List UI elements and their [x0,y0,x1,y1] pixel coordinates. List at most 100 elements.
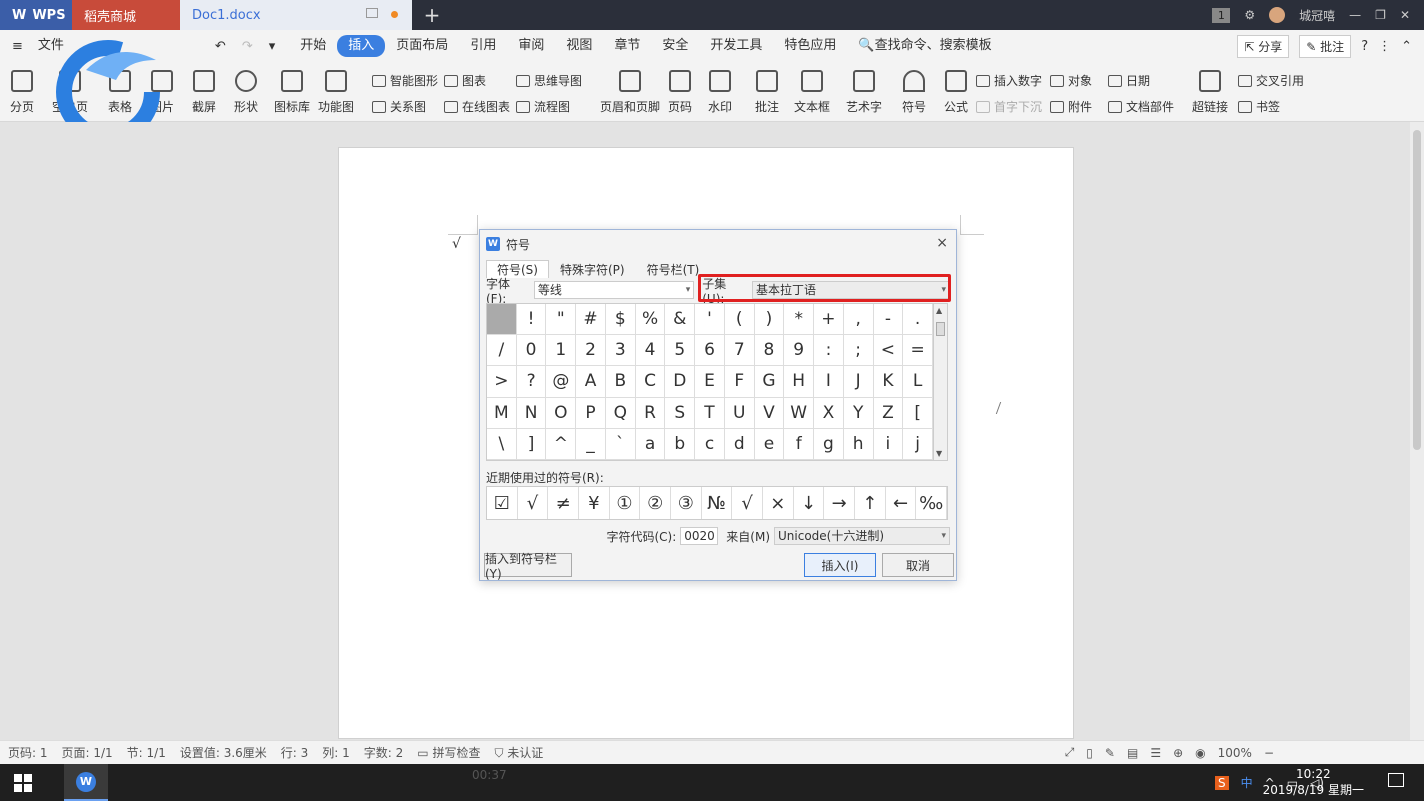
symbol-cell[interactable]: K [873,366,904,398]
symbol-cell[interactable]: % [635,304,666,336]
symbol-cell[interactable]: 5 [665,335,696,367]
notification-icon[interactable] [1388,773,1404,787]
quick-access-more-icon[interactable]: ▾ [269,39,276,54]
eye-protect-icon[interactable]: ◉ [1195,746,1205,760]
page-view-icon[interactable]: ▤ [1127,746,1138,760]
menu-references[interactable]: 引用 [459,35,507,57]
icon-library-button[interactable]: 图标库 [274,70,310,115]
header-footer-button[interactable]: 页眉和页脚 [600,70,660,115]
symbol-cell[interactable]: B [605,366,636,398]
minimize-icon[interactable]: — [1349,8,1361,22]
textbox-button[interactable]: 文本框 [794,70,830,115]
status-page[interactable]: 页面: 1/1 [62,744,113,761]
symbol-cell[interactable]: < [873,335,904,367]
symbol-cell[interactable]: Z [873,397,904,429]
recent-symbol-cell[interactable]: ☑ [487,487,518,519]
function-chart-button[interactable]: 功能图 [318,70,354,115]
menu-page-layout[interactable]: 页面布局 [385,35,459,57]
symbol-cell[interactable]: a [635,428,666,460]
recent-symbol-cell[interactable]: № [702,487,733,519]
recent-symbol-cell[interactable]: ← [886,487,917,519]
symbol-cell[interactable]: \ [487,428,517,460]
recent-symbol-cell[interactable]: ‰ [916,487,947,519]
symbol-cell[interactable]: - [873,304,904,336]
symbol-cell[interactable]: 2 [576,335,606,367]
symbol-cell[interactable]: _ [576,428,606,460]
hamburger-icon[interactable]: ≡ [12,39,23,54]
symbol-cell[interactable]: T [695,397,725,429]
maximize-icon[interactable]: ❐ [1375,8,1386,22]
symbol-cell[interactable]: g [814,428,844,460]
menu-view[interactable]: 视图 [555,35,603,57]
symbol-cell[interactable]: b [665,428,696,460]
symbol-cell[interactable]: 6 [695,335,725,367]
taskbar-wps-app[interactable]: W [64,764,108,801]
cross-reference-button[interactable]: 交叉引用 [1238,72,1304,89]
symbol-cell[interactable]: X [814,397,844,429]
online-chart-button[interactable]: 在线图表 [444,98,510,115]
symbol-cell[interactable]: 3 [605,335,636,367]
recent-symbol-cell[interactable]: ① [610,487,641,519]
recent-symbol-cell[interactable]: ↑ [855,487,886,519]
menu-chapter[interactable]: 章节 [603,35,651,57]
menu-review[interactable]: 审阅 [507,35,555,57]
recent-symbol-cell[interactable]: → [824,487,855,519]
symbol-cell[interactable]: O [546,397,577,429]
recent-symbol-cell[interactable]: × [763,487,794,519]
date-button[interactable]: 日期 [1108,72,1150,89]
attachment-button[interactable]: 附件 [1050,98,1092,115]
symbol-button[interactable]: 符号 [902,70,926,115]
symbol-cell[interactable]: G [754,366,785,398]
annotation-button[interactable]: 批注 [755,70,779,115]
symbol-cell[interactable]: U [724,397,755,429]
recent-symbol-cell[interactable]: ↓ [794,487,825,519]
symbol-cell[interactable]: 9 [784,335,815,367]
tab-special-chars[interactable]: 特殊字符(P) [549,260,636,278]
symbol-cell[interactable]: ! [516,304,547,336]
recent-symbol-cell[interactable]: ≠ [548,487,579,519]
auth-status[interactable]: ⛉ 未认证 [494,744,543,761]
smart-graphic-button[interactable]: 智能图形 [372,72,438,89]
screenshot-button[interactable]: 截屏 [192,70,216,115]
pen-icon[interactable]: ✎ [1105,746,1115,760]
status-section[interactable]: 节: 1/1 [127,744,166,761]
command-search[interactable]: 🔍查找命令、搜索模板 [847,35,1002,57]
collapse-ribbon-icon[interactable]: ⌃ [1401,39,1412,54]
recent-symbol-cell[interactable]: √ [732,487,763,519]
symbol-cell[interactable]: / [487,335,517,367]
symbol-cell[interactable]: E [695,366,725,398]
mind-map-button[interactable]: 思维导图 [516,72,582,89]
status-setting[interactable]: 设置值: 3.6厘米 [180,744,267,761]
zoom-level[interactable]: 100% [1218,746,1252,760]
symbol-cell[interactable]: j [903,428,933,460]
insert-number-button[interactable]: 插入数字 [976,72,1042,89]
symbol-cell[interactable]: 7 [724,335,755,367]
insert-to-symbol-bar-button[interactable]: 插入到符号栏(Y) [484,552,572,581]
symbol-cell[interactable]: ] [516,428,547,460]
symbol-cell[interactable]: M [487,397,517,429]
symbol-cell[interactable]: 1 [546,335,577,367]
cancel-button[interactable]: 取消 [882,553,954,577]
symbol-cell[interactable]: @ [546,366,577,398]
symbol-cell[interactable]: f [784,428,815,460]
char-code-input[interactable]: 0020 [680,527,719,545]
undo-icon[interactable]: ↶ [215,39,226,54]
scroll-down-icon[interactable]: ▼ [936,449,942,458]
sogou-ime-icon[interactable]: S [1215,775,1229,790]
symbol-cell[interactable]: e [754,428,785,460]
hyperlink-button[interactable]: 超链接 [1192,70,1228,115]
more-icon[interactable]: ⋮ [1378,39,1391,54]
symbol-cell[interactable]: Q [605,397,636,429]
chart-button[interactable]: 图表 [444,72,486,89]
spell-check-button[interactable]: ▭ 拼写检查 [417,744,480,761]
font-select[interactable]: 等线 ▾ [533,281,695,299]
recent-symbol-cell[interactable]: √ [518,487,549,519]
symbol-cell[interactable]: # [576,304,606,336]
symbol-cell[interactable]: , [843,304,874,336]
close-icon[interactable]: × [936,235,948,251]
page-break-button[interactable]: 分页 [10,70,34,115]
redo-icon[interactable]: ↷ [242,39,253,54]
help-icon[interactable]: ? [1361,39,1368,54]
relation-chart-button[interactable]: 关系图 [372,98,426,115]
document-parts-button[interactable]: 文档部件 [1108,98,1174,115]
